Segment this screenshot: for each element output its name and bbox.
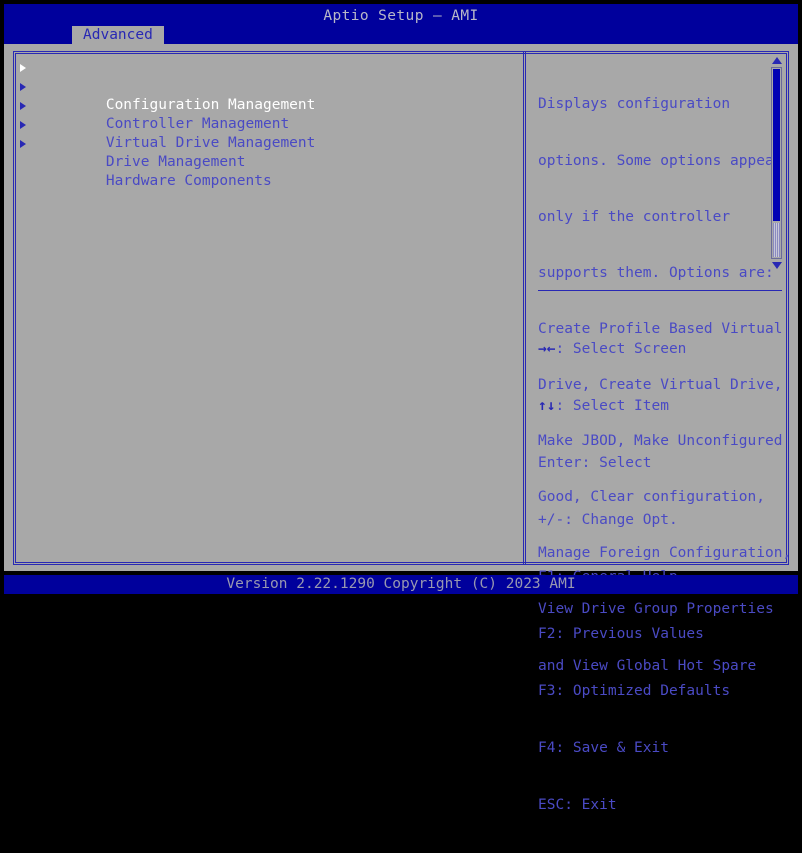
submenu-arrow-icon — [20, 64, 26, 72]
tab-strip: Advanced — [4, 26, 798, 44]
select-item-arrows-icon: ↑↓ — [538, 398, 556, 414]
legend-row-label: : Save & Exit — [555, 740, 669, 756]
legend-row-change-opt: +/-: Change Opt. — [538, 511, 782, 530]
submenu-arrow-icon — [20, 140, 26, 148]
scrollbar-thumb[interactable] — [773, 69, 780, 221]
menu-item-label: Drive Management — [105, 154, 246, 170]
body-area: Configuration Management Controller Mana… — [4, 44, 798, 813]
scroll-up-arrow-icon[interactable] — [772, 57, 782, 64]
legend-row-f4: F4: Save & Exit — [538, 739, 782, 758]
scrollbar-track[interactable] — [771, 67, 782, 259]
help-text-line: only if the controller — [538, 208, 731, 225]
footer-bar: Version 2.22.1290 Copyright (C) 2023 AMI — [4, 575, 798, 594]
menu-item-virtual-drive-management[interactable]: Virtual Drive Management — [16, 96, 516, 151]
scrollbar-hatch — [773, 223, 780, 257]
submenu-arrow-icon — [20, 102, 26, 110]
legend-row-f2: F2: Previous Values — [538, 625, 782, 644]
legend-row-esc: ESC: Exit — [538, 796, 782, 815]
page-title: Aptio Setup – AMI — [323, 8, 479, 24]
menu-item-configuration-management[interactable]: Configuration Management — [16, 58, 516, 113]
legend-row-label: : Exit — [564, 797, 617, 813]
legend-row-select-item: ↑↓: Select Item — [538, 397, 782, 416]
menu-item-drive-management[interactable]: Drive Management — [16, 115, 516, 170]
legend-row-label: : Select — [581, 455, 652, 471]
legend-row-enter: Enter: Select — [538, 454, 782, 473]
help-text-line: options. Some options appear — [538, 152, 783, 169]
settings-menu: Configuration Management Controller Mana… — [16, 58, 516, 189]
bios-setup-screen: Aptio Setup – AMI Advanced Configuration… — [0, 0, 802, 813]
select-screen-arrows-icon: →← — [538, 341, 556, 357]
help-text-line: Displays configuration — [538, 96, 731, 113]
submenu-arrow-icon — [20, 121, 26, 129]
title-bar: Aptio Setup – AMI Advanced — [4, 4, 798, 44]
legend-key-enter: Enter — [538, 455, 582, 471]
submenu-arrow-icon — [20, 83, 26, 91]
legend-key-f3: F3 — [538, 683, 556, 699]
legend-key-plus-minus: +/- — [538, 512, 565, 528]
legend-row-f3: F3: Optimized Defaults — [538, 682, 782, 701]
legend-key-f4: F4 — [538, 740, 556, 756]
legend-row-label: : Change Opt. — [564, 512, 678, 528]
legend-row-label: : Previous Values — [555, 626, 704, 642]
menu-item-hardware-components[interactable]: Hardware Components — [16, 134, 516, 189]
legend-row-label: : Optimized Defaults — [555, 683, 731, 699]
legend-row-label: : Select Item — [555, 398, 669, 414]
help-panel: Displays configuration options. Some opt… — [532, 52, 791, 813]
version-copyright-text: Version 2.22.1290 Copyright (C) 2023 AMI — [226, 576, 576, 592]
legend-row-label: : Select Screen — [555, 341, 687, 357]
menu-item-label: Hardware Components — [105, 173, 272, 189]
legend-row-select-screen: →←: Select Screen — [538, 340, 782, 359]
help-scrollbar[interactable] — [770, 57, 783, 269]
help-text-line: supports them. Options are: — [538, 264, 774, 281]
scroll-down-arrow-icon[interactable] — [772, 262, 782, 269]
legend-key-esc: ESC — [538, 797, 565, 813]
menu-item-controller-management[interactable]: Controller Management — [16, 77, 516, 132]
help-legend-divider — [538, 290, 782, 291]
panel-vertical-divider — [523, 52, 526, 564]
tab-advanced[interactable]: Advanced — [72, 26, 164, 44]
legend-key-f2: F2 — [538, 626, 556, 642]
